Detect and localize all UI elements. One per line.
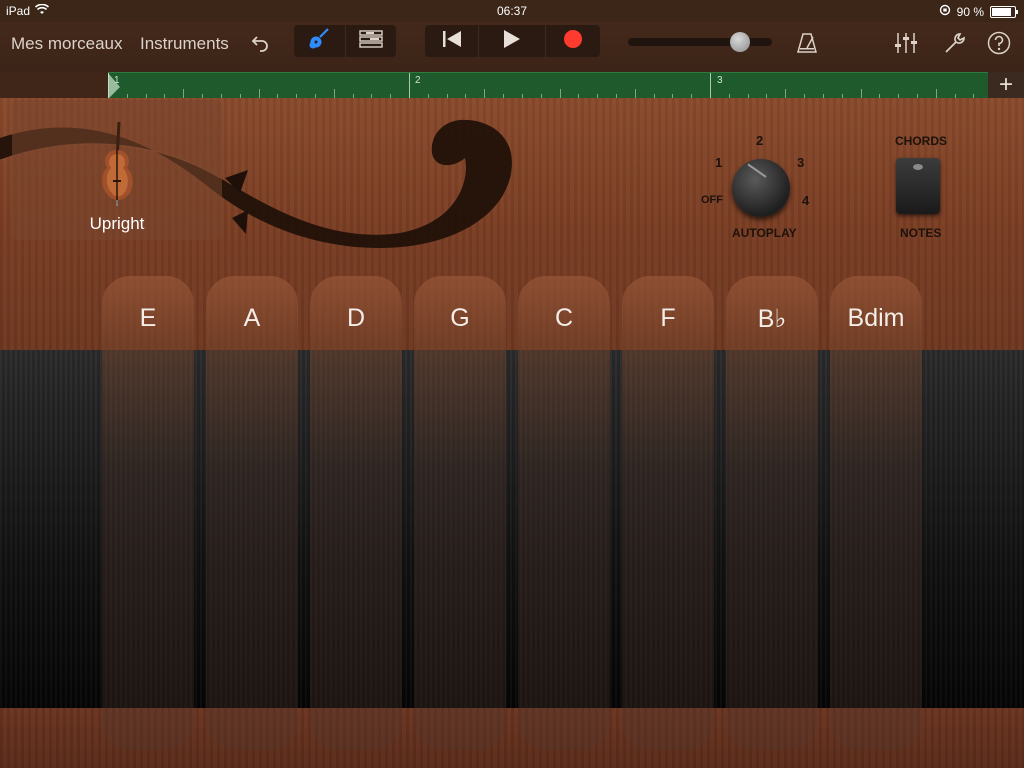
master-volume-slider[interactable] — [628, 32, 772, 52]
autoplay-label: AUTOPLAY — [732, 226, 797, 240]
chords-label: CHORDS — [895, 134, 948, 148]
tracks-view-button[interactable] — [346, 25, 397, 57]
autoplay-position-label: OFF — [701, 194, 723, 206]
tracks-icon — [359, 29, 383, 53]
skip-back-icon — [442, 30, 462, 53]
bar-number: 3 — [717, 75, 723, 86]
autoplay-position-label: 3 — [797, 155, 805, 170]
chord-strip[interactable]: Bdim — [830, 276, 922, 750]
mixer-icon[interactable] — [893, 30, 919, 56]
help-icon[interactable] — [986, 30, 1012, 56]
record-button[interactable] — [546, 25, 600, 57]
chord-strip[interactable]: D — [310, 276, 402, 750]
battery-percent: 90 % — [956, 4, 984, 19]
metronome-icon[interactable] — [794, 30, 820, 56]
undo-icon[interactable] — [248, 30, 274, 56]
autoplay-position-label: 1 — [715, 155, 723, 170]
timeline-ruler[interactable]: 1 2 3 — [108, 72, 988, 99]
my-songs-button[interactable]: Mes morceaux — [11, 34, 122, 54]
chord-name: C — [554, 304, 574, 332]
ruler-gutter — [0, 72, 108, 98]
chord-name: Bdim — [847, 304, 905, 332]
chord-strip[interactable]: F — [622, 276, 714, 750]
settings-wrench-icon[interactable] — [942, 30, 968, 56]
chord-name: F — [660, 304, 676, 332]
battery-icon — [990, 5, 1018, 18]
transport-controls — [425, 25, 600, 57]
guitar-icon — [306, 27, 332, 56]
instrument-name: Upright — [89, 214, 145, 233]
status-bar: iPad 06:37 90 % — [0, 0, 1024, 22]
add-section-button[interactable]: + — [988, 72, 1024, 98]
instrument-view-button[interactable] — [294, 25, 346, 57]
ruler-ticks — [108, 73, 974, 99]
orientation-lock-icon — [939, 4, 951, 19]
bar-number: 1 — [114, 75, 120, 86]
chord-strip[interactable]: G — [414, 276, 506, 750]
play-icon — [503, 29, 521, 54]
chord-name: E — [139, 304, 157, 332]
chord-name: G — [450, 304, 470, 332]
status-time: 06:37 — [496, 4, 528, 18]
chord-name: B♭ — [757, 305, 787, 333]
notes-label: NOTES — [900, 226, 942, 240]
chords-notes-switch[interactable] — [896, 158, 940, 214]
chord-strip[interactable]: A — [206, 276, 298, 750]
upright-bass-icon — [97, 120, 137, 211]
chord-strip[interactable]: B♭ — [726, 276, 818, 750]
switch-indicator — [913, 164, 923, 170]
play-button[interactable] — [479, 25, 546, 57]
go-to-start-button[interactable] — [425, 25, 480, 57]
toolbar: Mes morceaux Instruments — [0, 22, 1024, 70]
chord-strip[interactable]: E — [102, 276, 194, 750]
instrument-selector[interactable]: Upright — [12, 100, 222, 240]
autoplay-position-label: 4 — [802, 193, 810, 208]
autoplay-position-label: 2 — [756, 133, 764, 148]
record-icon — [563, 29, 583, 54]
chord-name: A — [243, 304, 261, 332]
view-switcher — [294, 25, 396, 57]
bar-number: 2 — [415, 75, 421, 86]
chord-name: D — [346, 304, 366, 332]
instruments-button[interactable]: Instruments — [140, 34, 229, 54]
slider-knob[interactable] — [730, 32, 750, 52]
chord-strip[interactable]: C — [518, 276, 610, 750]
autoplay-knob[interactable] — [732, 159, 790, 217]
